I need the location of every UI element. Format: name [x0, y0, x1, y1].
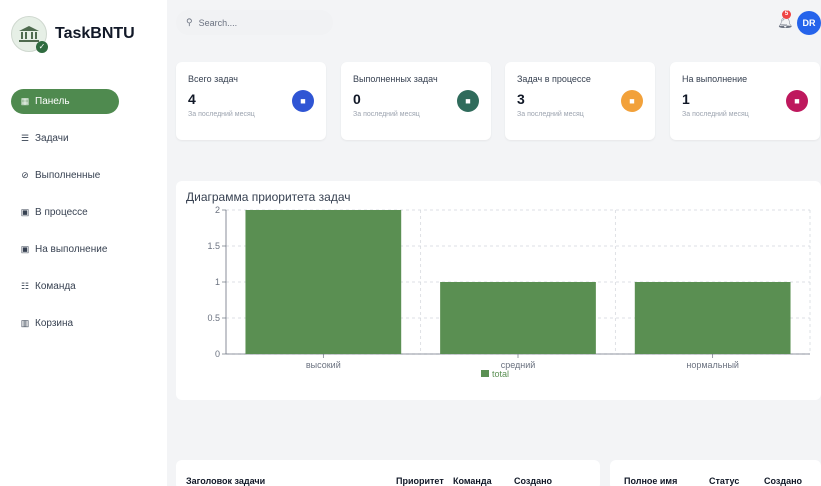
stat-card: Выполненных задач 0 За последний месяц ■	[341, 62, 491, 140]
sidebar-item[interactable]: ▥ Корзина	[11, 311, 119, 336]
priority-bar-chart: 00.511.52высокий средний нормальныйtotal	[207, 205, 811, 379]
sidebar-item-label: Команда	[35, 281, 76, 292]
stat-subtitle: За последний месяц	[682, 111, 749, 118]
stat-card: На выполнение 1 За последний месяц ■	[670, 62, 820, 140]
stat-card: Всего задач 4 За последний месяц ■	[176, 62, 326, 140]
bar	[440, 282, 596, 354]
clipboard-icon: ▣	[20, 207, 30, 217]
check-badge-icon: ✓	[36, 41, 48, 53]
clipboard-icon: ▣	[20, 244, 30, 254]
sidebar-item-label: Корзина	[35, 318, 74, 329]
column-header[interactable]: Полное имя	[624, 476, 677, 486]
search-icon: ⚲	[186, 17, 193, 27]
priority-chart-card: Диаграмма приоритета задач 0 0.5 1 1.5 2 высо…	[176, 181, 821, 400]
sidebar-item[interactable]: ▦ Панель	[11, 89, 119, 114]
total-tasks-icon: ■	[292, 90, 314, 112]
legend-label: total	[492, 369, 509, 379]
stat-label: Выполненных задач	[353, 74, 438, 84]
column-header[interactable]: Команда	[453, 476, 492, 486]
sidebar-item-label: В процессе	[35, 207, 88, 218]
x-tick-label: высокий	[306, 360, 341, 370]
app-name: TaskBNTU	[55, 25, 135, 42]
app-logo[interactable]: ✓ TaskBNTU	[11, 16, 135, 53]
team-icon: ☷	[20, 281, 30, 291]
dashboard-icon: ▦	[20, 96, 30, 106]
column-header[interactable]: Статус	[709, 476, 739, 486]
sidebar-item-label: Выполненные	[35, 170, 101, 181]
stat-subtitle: За последний месяц	[353, 111, 420, 118]
column-header[interactable]: Приоритет	[396, 476, 444, 486]
sidebar-item[interactable]: ☷ Команда	[11, 274, 119, 299]
notification-badge: 5	[782, 10, 791, 19]
stat-label: На выполнение	[682, 74, 748, 84]
stat-label: Задач в процессе	[517, 74, 591, 84]
sidebar: ✓ TaskBNTU ▦ Панель ☰ Задачи ⊘ Выполненные ▣ В …	[0, 0, 167, 486]
search-input[interactable]: ⚲ Search....	[176, 10, 333, 35]
stat-subtitle: За последний месяц	[517, 111, 584, 118]
check-circle-icon: ⊘	[21, 170, 29, 180]
bar	[634, 282, 791, 354]
completed-icon: ■	[457, 90, 479, 112]
legend-swatch	[481, 370, 489, 377]
y-tick-label: 1.5	[207, 241, 220, 251]
sidebar-item[interactable]: ⊘ Выполненные	[11, 163, 119, 188]
column-header[interactable]: Заголовок задачи	[186, 476, 265, 486]
tasks-icon: ☰	[20, 133, 30, 143]
sidebar-item-label: На выполнение	[35, 244, 108, 255]
tasks-table: Заголовок задачи Приоритет Команда Созда…	[176, 460, 600, 486]
stat-subtitle: За последний месяц	[188, 111, 255, 118]
y-tick-label: 0	[215, 349, 220, 359]
trash-icon: ▥	[20, 318, 30, 328]
search-placeholder: Search....	[198, 17, 238, 28]
y-tick-label: 0.5	[207, 313, 220, 323]
sidebar-item-label: Задачи	[35, 133, 69, 144]
bar	[245, 210, 402, 354]
stat-label: Всего задач	[188, 74, 238, 84]
sidebar-item[interactable]: ▣ На выполнение	[11, 237, 119, 262]
column-header[interactable]: Создано	[764, 476, 802, 486]
sidebar-item[interactable]: ☰ Задачи	[11, 126, 119, 151]
y-tick-label: 1	[215, 277, 220, 287]
sidebar-item-label: Панель	[35, 96, 70, 107]
stat-card: Задач в процессе 3 За последний месяц ■	[505, 62, 655, 140]
users-table: Полное имя Статус Создано	[610, 460, 821, 486]
x-tick-label: нормальный	[686, 360, 739, 370]
university-building-icon: ✓	[11, 16, 48, 53]
in-progress-icon: ■	[621, 90, 643, 112]
column-header[interactable]: Создано	[514, 476, 552, 486]
sidebar-item[interactable]: ▣ В процессе	[11, 200, 119, 225]
avatar[interactable]: DR	[797, 11, 821, 35]
todo-icon: ■	[786, 90, 808, 112]
sidebar-nav: ▦ Панель ☰ Задачи ⊘ Выполненные ▣ В процессе ▣ На…	[11, 89, 119, 348]
y-tick-label: 2	[215, 205, 220, 215]
